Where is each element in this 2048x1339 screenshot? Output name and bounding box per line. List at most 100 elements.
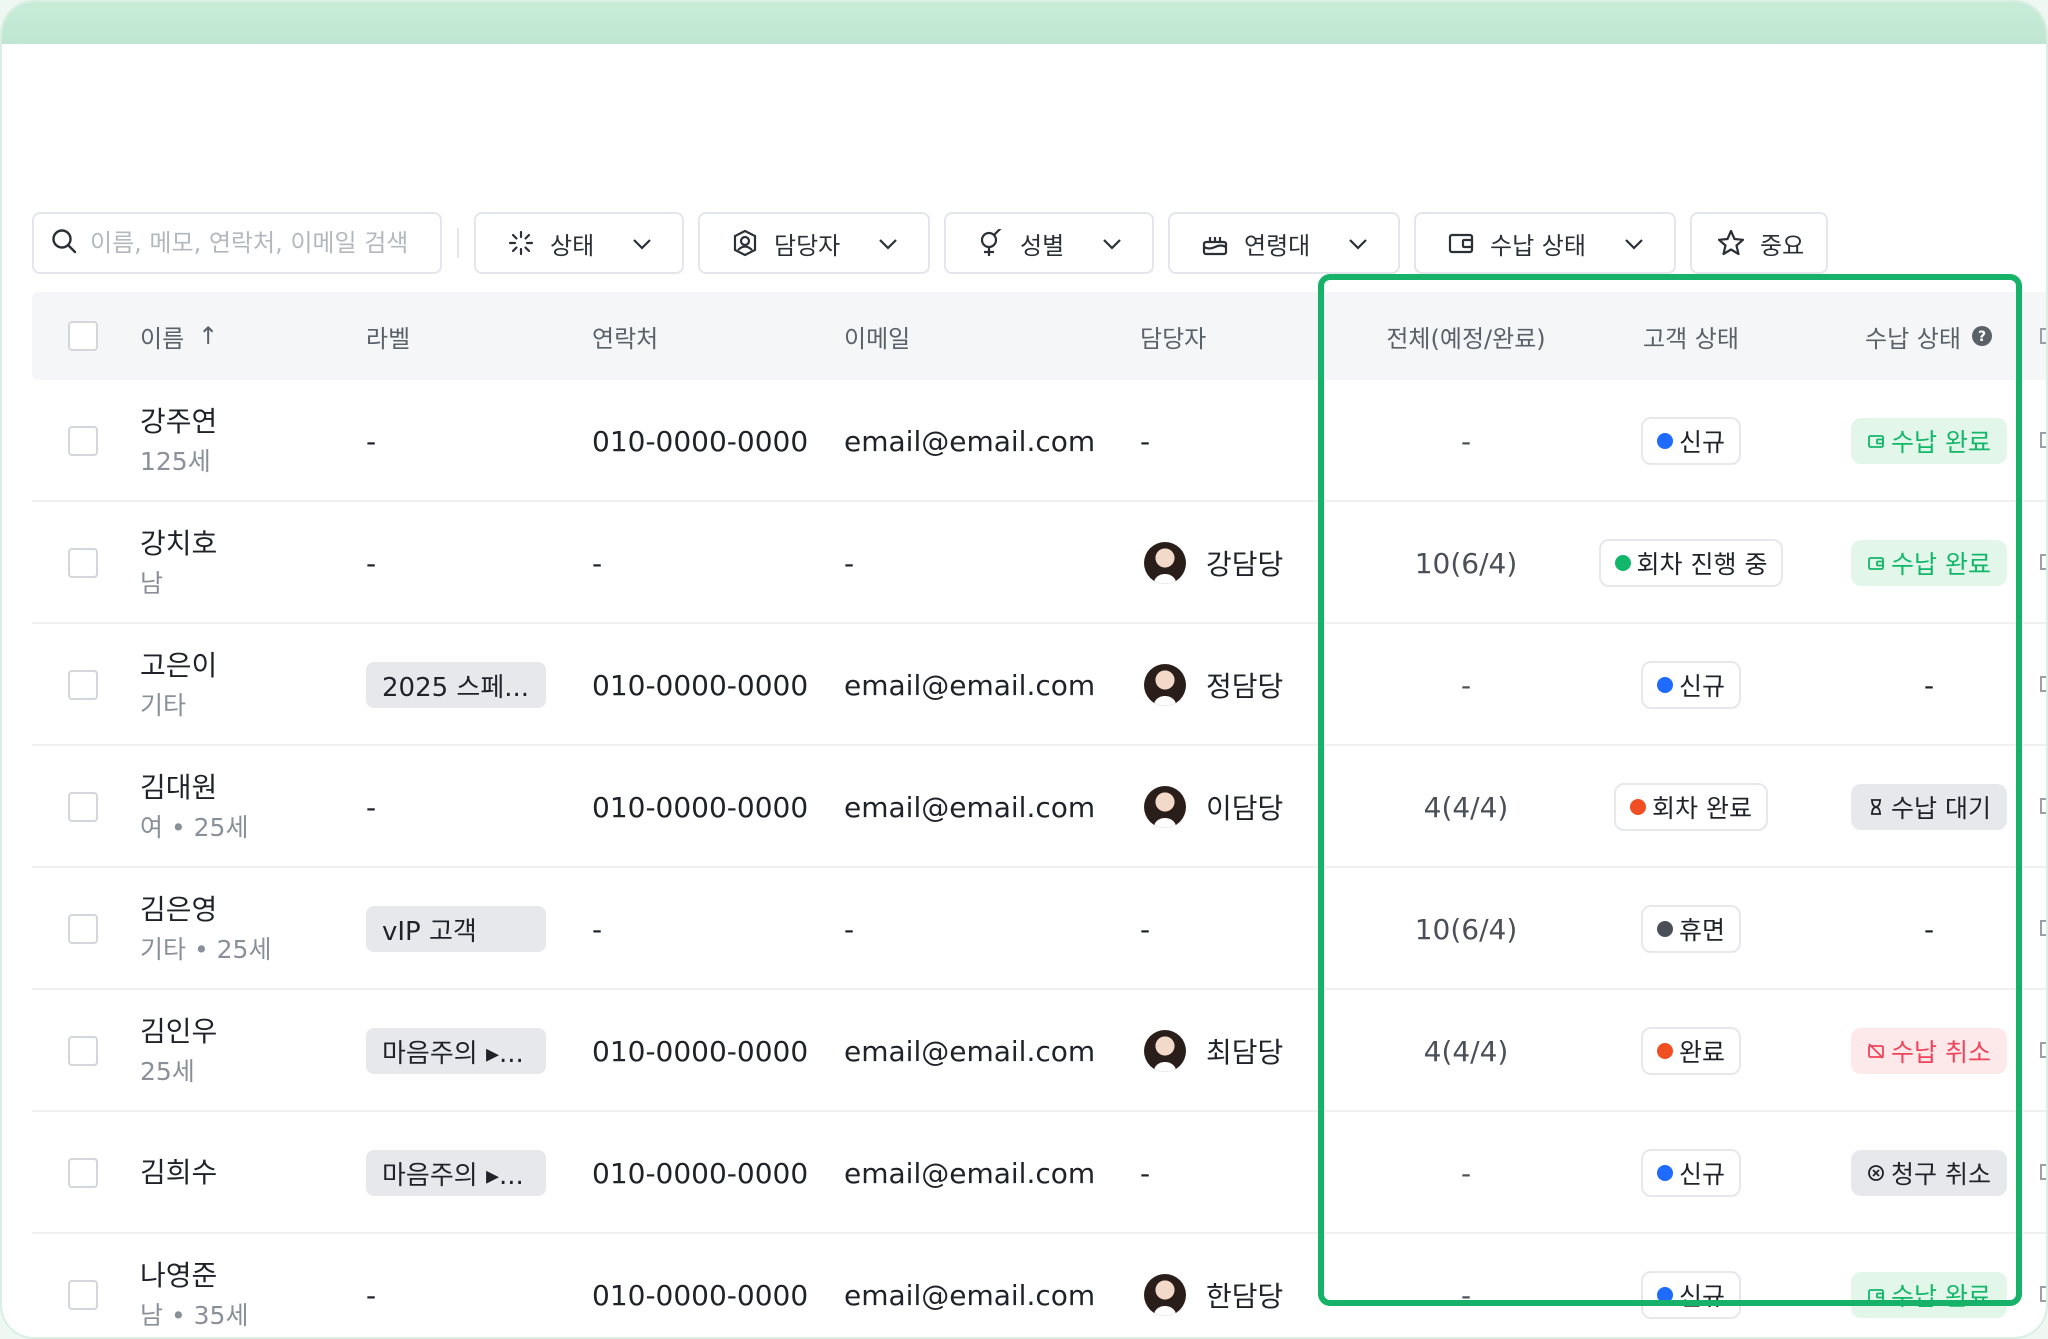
column-header-name[interactable]: 이름 ↑ [140,292,218,380]
contact-cell: 010-0000-0000 [592,668,809,702]
customer-name[interactable]: 김대원 [140,768,248,808]
table-row[interactable]: 강치호 남 - - - 강담당 10(6/4) 회차 진행 중 수납 완료 [32,502,2046,624]
column-name-label: 이름 [140,324,185,353]
manager-cell: 정담당 [1144,624,1283,746]
row-checkbox[interactable] [68,426,98,456]
customer-status-badge[interactable]: 신규 [1640,1271,1741,1319]
column-header-manager: 담당자 [1140,324,1207,353]
row-checkbox[interactable] [68,670,98,700]
table-row[interactable]: 김은영 기타 • 25세 vIP 고객 - - - 10(6/4) 휴면 - [32,868,2046,990]
payment-status-cell: 수납 완료 [1818,380,2040,502]
customer-meta: 남 [140,569,164,598]
help-icon[interactable]: ? [1971,325,1993,347]
total-sessions-cell: - [1460,424,1472,458]
customer-status-cell: 신규 [1586,1112,1796,1234]
payment-status-badge[interactable]: 수납 완료 [1851,540,2007,586]
search-icon [50,227,78,259]
manager-cell: 이담당 [1144,746,1283,868]
label-cell: 마음주의 ▸... [366,1112,546,1234]
label-cell: - [366,1278,377,1312]
gender-filter-label: 성별 [1020,231,1065,260]
customer-name[interactable]: 김희수 [140,1153,217,1193]
chevron-down-icon [1346,232,1370,262]
payment-status-cell: - [1923,668,1935,702]
customer-status-cell: 완료 [1586,990,1796,1112]
manager-filter[interactable]: 담당자 [698,212,930,274]
status-dot-icon [1656,921,1673,937]
customer-status-badge[interactable]: 완료 [1640,1027,1741,1075]
table-row[interactable]: 강주연 125세 - 010-0000-0000 email@email.com - - 신규… [32,380,2046,502]
row-checkbox[interactable] [68,548,98,578]
row-checkbox[interactable] [68,1280,98,1310]
customer-status-cell: 신규 [1586,624,1796,746]
customer-status-badge[interactable]: 신규 [1640,661,1741,709]
select-all-checkbox[interactable] [68,321,98,351]
email-cell: email@email.com [844,1156,1096,1190]
table-row[interactable]: 나영준 남 • 35세 - 010-0000-0000 email@email.com 한… [32,1234,2046,1337]
customer-name[interactable]: 고은이 [140,646,217,686]
payment-status-badge[interactable]: 수납 대기 [1851,784,2007,830]
payment-status-cell: 청구 취소 [1818,1112,2040,1234]
label-tag[interactable]: 마음주의 ▸... [366,1028,546,1074]
row-checkbox[interactable] [68,1036,98,1066]
app-window: 상태 담당자 성별 연령대 [0,0,2048,1339]
table-row[interactable]: 고은이 기타 2025 스페... 010-0000-0000 email@email.… [32,624,2046,746]
column-edge-marker [2040,676,2046,692]
customer-status-badge[interactable]: 회차 완료 [1614,783,1768,831]
manager-cell: 강담당 [1144,502,1283,624]
customer-status-badge[interactable]: 신규 [1640,1149,1741,1197]
manager-cell: - [1140,912,1151,946]
table-row[interactable]: 김대원 여 • 25세 - 010-0000-0000 email@email.com 이… [32,746,2046,868]
column-header-customer-status: 고객 상태 [1643,324,1739,353]
total-sessions-cell: 10(6/4) [1414,546,1518,580]
customer-name[interactable]: 강주연 [140,402,217,442]
label-tag[interactable]: vIP 고객 [366,906,546,952]
customer-name[interactable]: 김은영 [140,890,271,930]
label-tag[interactable]: 마음주의 ▸... [366,1150,546,1196]
important-filter[interactable]: 중요 [1690,212,1828,274]
column-header-total: 전체(예정/완료) [1386,324,1546,353]
payment-status-badge[interactable]: 수납 완료 [1851,418,2007,464]
column-edge-marker [2040,554,2046,570]
search-box[interactable] [32,212,442,274]
label-cell: - [366,790,377,824]
customer-status-badge[interactable]: 회차 진행 중 [1598,539,1784,587]
total-sessions-cell: - [1460,668,1472,702]
row-checkbox[interactable] [68,914,98,944]
manager-avatar [1144,786,1186,828]
payment-status-label: 수납 상태 [1865,324,1961,353]
payment-status-badge[interactable]: 수납 취소 [1851,1028,2007,1074]
status-dot-icon [1656,1287,1673,1303]
row-checkbox[interactable] [68,792,98,822]
column-edge-marker [2040,1286,2046,1302]
row-checkbox[interactable] [68,1158,98,1188]
customer-name-cell: 김희수 [140,1112,217,1234]
customer-meta: 여 • 25세 [140,813,249,842]
customer-status-badge[interactable]: 휴면 [1640,905,1741,953]
customer-status-text: 완료 [1678,1038,1725,1067]
column-edge-marker [2040,1164,2046,1180]
customer-meta: 125세 [140,447,211,476]
customer-name-cell: 강치호남 [140,502,217,624]
customer-name[interactable]: 김인우 [140,1012,217,1052]
status-dot-icon [1630,799,1647,815]
payment-status-cell: 수납 대기 [1818,746,2040,868]
customer-name[interactable]: 강치호 [140,524,217,564]
column-edge-marker [2040,432,2046,448]
table-row[interactable]: 김희수 마음주의 ▸... 010-0000-0000 email@email.com… [32,1112,2046,1234]
status-filter[interactable]: 상태 [474,212,684,274]
manager-cell: 최담당 [1144,990,1283,1112]
table-row[interactable]: 김인우 25세 마음주의 ▸... 010-0000-0000 email@email.… [32,990,2046,1112]
email-cell: email@email.com [844,668,1096,702]
payment-filter[interactable]: 수납 상태 [1414,212,1676,274]
label-tag[interactable]: 2025 스페... [366,662,546,708]
contact-cell: 010-0000-0000 [592,790,809,824]
gender-filter[interactable]: 성별 [944,212,1154,274]
customer-status-badge[interactable]: 신규 [1640,417,1741,465]
age-filter[interactable]: 연령대 [1168,212,1400,274]
payment-status-badge[interactable]: 청구 취소 [1851,1150,2007,1196]
payment-status-badge[interactable]: 수납 완료 [1851,1272,2007,1318]
customer-name[interactable]: 나영준 [140,1256,248,1296]
search-input[interactable] [90,229,420,257]
x-circle-icon [1867,1164,1885,1182]
